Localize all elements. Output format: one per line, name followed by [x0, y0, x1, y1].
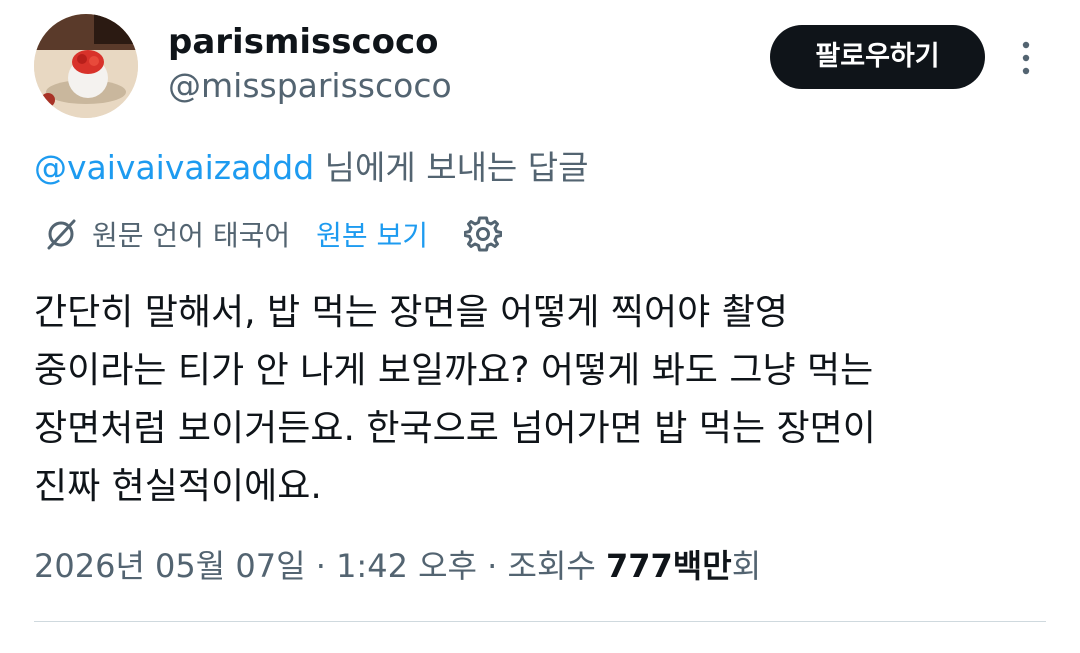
avatar[interactable]: [34, 14, 138, 118]
reply-context: @vaivaivaizaddd 님에게 보내는 답글: [34, 144, 589, 192]
views-count: 777백만: [606, 547, 732, 585]
reply-suffix: 님에게 보내는 답글: [314, 148, 589, 187]
tweet-date[interactable]: 2026년 05월 07일: [34, 547, 306, 585]
globe-slash-icon: [47, 219, 76, 250]
views-label: 조회수: [507, 547, 606, 585]
tweet-meta: 2026년 05월 07일 · 1:42 오후 · 조회수 777백만회: [34, 540, 761, 592]
views-suffix: 회: [731, 547, 762, 585]
author-display-name[interactable]: parismisscoco: [168, 20, 439, 64]
source-language-label: 원문 언어 태국어: [92, 219, 291, 252]
author-handle[interactable]: @missparisscoco: [168, 64, 452, 108]
divider: [34, 621, 1046, 622]
meta-separator: ·: [305, 547, 337, 585]
gear-icon[interactable]: [464, 215, 503, 253]
show-original-link[interactable]: 원본 보기: [316, 214, 428, 254]
tweet-time[interactable]: 1:42 오후: [336, 547, 477, 585]
more-vertical-icon[interactable]: [1014, 38, 1038, 78]
translation-bar: 원문 언어 태국어 원본 보기: [44, 210, 503, 258]
avatar-photo: [34, 14, 138, 118]
tweet-text-line: 장면처럼 보이거든요. 한국으로 넘어가면 밥 먹는 장면이: [34, 408, 876, 449]
tweet-text-line: 간단히 말해서, 밥 먹는 장면을 어떻게 찍어야 촬영: [34, 292, 788, 333]
follow-button[interactable]: 팔로우하기: [770, 25, 985, 89]
tweet-text-line: 진짜 현실적이에요.: [34, 466, 322, 507]
reply-mention-link[interactable]: @vaivaivaizaddd: [34, 148, 314, 187]
meta-separator: ·: [476, 547, 508, 585]
tweet-text-line: 중이라는 티가 안 나게 보일까요? 어떻게 봐도 그냥 먹는: [34, 350, 874, 391]
tweet-text: 간단히 말해서, 밥 먹는 장면을 어떻게 찍어야 촬영 중이라는 티가 안 나…: [34, 284, 1044, 516]
